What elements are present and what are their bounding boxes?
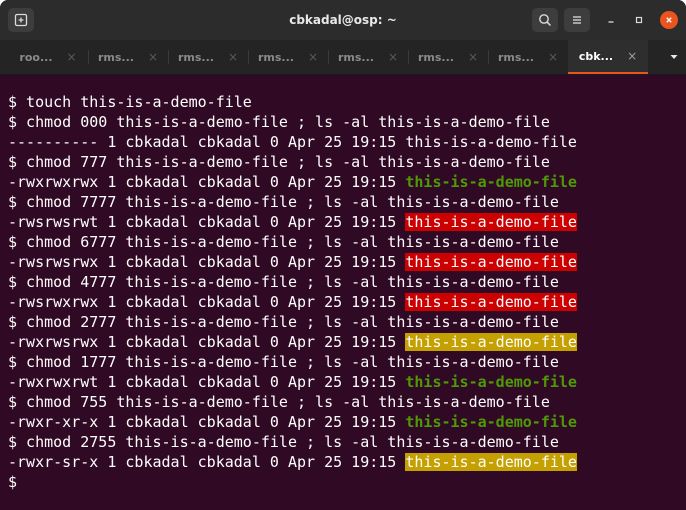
terminal-line: $ touch this-is-a-demo-file xyxy=(8,92,686,112)
tab-label: rms... xyxy=(97,50,134,64)
terminal-line: -rwxrwxrwt 1 cbkadal cbkadal 0 Apr 25 19… xyxy=(8,372,686,392)
tab-5[interactable]: rms... × xyxy=(328,40,408,74)
terminal-text: $ chmod 4777 this-is-a-demo-file ; ls -a… xyxy=(8,273,559,291)
tab-close-icon[interactable]: × xyxy=(627,49,637,63)
terminal-text: $ chmod 1777 this-is-a-demo-file ; ls -a… xyxy=(8,353,559,371)
terminal-text: $ chmod 7777 this-is-a-demo-file ; ls -a… xyxy=(8,193,559,211)
tab-close-icon[interactable]: × xyxy=(67,50,77,64)
tab-4[interactable]: rms... × xyxy=(248,40,328,74)
close-icon xyxy=(666,17,672,23)
tab-close-icon[interactable]: × xyxy=(308,50,318,64)
tab-separator xyxy=(408,50,409,64)
terminal-text: $ chmod 777 this-is-a-demo-file ; ls -al… xyxy=(8,153,550,171)
tab-close-icon[interactable]: × xyxy=(148,50,158,64)
chevron-down-icon xyxy=(670,55,678,59)
minimize-button[interactable] xyxy=(602,11,620,29)
terminal-line: ---------- 1 cbkadal cbkadal 0 Apr 25 19… xyxy=(8,132,686,152)
maximize-button[interactable] xyxy=(630,11,648,29)
terminal-text: -rwsrwsrwx 1 cbkadal cbkadal 0 Apr 25 19… xyxy=(8,253,406,271)
terminal-text: $ touch this-is-a-demo-file xyxy=(8,93,252,111)
terminal-line: $ chmod 777 this-is-a-demo-file ; ls -al… xyxy=(8,152,686,172)
setuid-filename: this-is-a-demo-file xyxy=(405,293,577,311)
setgid-filename: this-is-a-demo-file xyxy=(405,453,577,471)
terminal-line: -rwxr-sr-x 1 cbkadal cbkadal 0 Apr 25 19… xyxy=(8,452,686,472)
setgid-filename: this-is-a-demo-file xyxy=(405,333,577,351)
terminal-text: ---------- 1 cbkadal cbkadal 0 Apr 25 19… xyxy=(8,133,577,151)
terminal-line: $ chmod 7777 this-is-a-demo-file ; ls -a… xyxy=(8,192,686,212)
tab-1[interactable]: roo... × xyxy=(8,40,88,74)
tab-separator xyxy=(88,50,89,64)
maximize-icon xyxy=(635,16,643,24)
search-icon xyxy=(539,14,552,27)
tab-7[interactable]: rms... × xyxy=(488,40,568,74)
terminal-line: -rwsrwsrwt 1 cbkadal cbkadal 0 Apr 25 19… xyxy=(8,212,686,232)
setuid-filename: this-is-a-demo-file xyxy=(405,213,577,231)
terminal-text: $ chmod 6777 this-is-a-demo-file ; ls -a… xyxy=(8,233,559,251)
tab-separator xyxy=(488,50,489,64)
terminal-line: -rwxr-xr-x 1 cbkadal cbkadal 0 Apr 25 19… xyxy=(8,412,686,432)
title-bar[interactable]: cbkadal@osp: ~ xyxy=(0,0,686,40)
hamburger-menu-icon xyxy=(573,16,581,24)
terminal-text: -rwxr-xr-x 1 cbkadal cbkadal 0 Apr 25 19… xyxy=(8,413,406,431)
tab-label: rms... xyxy=(337,50,374,64)
terminal-text: -rwxr-sr-x 1 cbkadal cbkadal 0 Apr 25 19… xyxy=(8,453,406,471)
terminal-line: $ xyxy=(8,472,686,492)
close-button[interactable] xyxy=(660,11,678,29)
tab-close-icon[interactable]: × xyxy=(468,50,478,64)
terminal-text: $ chmod 2777 this-is-a-demo-file ; ls -a… xyxy=(8,313,559,331)
terminal-line: $ chmod 1777 this-is-a-demo-file ; ls -a… xyxy=(8,352,686,372)
tab-3[interactable]: rms... × xyxy=(168,40,248,74)
tab-separator xyxy=(168,50,169,64)
tab-close-icon[interactable]: × xyxy=(228,50,238,64)
tab-list-button[interactable] xyxy=(662,40,686,74)
terminal-line: $ chmod 4777 this-is-a-demo-file ; ls -a… xyxy=(8,272,686,292)
terminal-text: $ chmod 2755 this-is-a-demo-file ; ls -a… xyxy=(8,433,559,451)
menu-button[interactable] xyxy=(564,8,590,32)
terminal-line: -rwsrwxrwx 1 cbkadal cbkadal 0 Apr 25 19… xyxy=(8,292,686,312)
terminal-line: $ chmod 000 this-is-a-demo-file ; ls -al… xyxy=(8,112,686,132)
tab-separator xyxy=(328,50,329,64)
tab-close-icon[interactable]: × xyxy=(548,50,558,64)
terminal-text: -rwxrwxrwx 1 cbkadal cbkadal 0 Apr 25 19… xyxy=(8,173,406,191)
terminal-output[interactable]: $ touch this-is-a-demo-file $ chmod 000 t… xyxy=(0,75,686,510)
tab-label: rms... xyxy=(177,50,214,64)
terminal-line: -rwxrwsrwx 1 cbkadal cbkadal 0 Apr 25 19… xyxy=(8,332,686,352)
search-button[interactable] xyxy=(532,8,558,32)
tab-label: rms... xyxy=(497,50,534,64)
terminal-text: -rwxrwxrwt 1 cbkadal cbkadal 0 Apr 25 19… xyxy=(8,373,406,391)
minimize-icon xyxy=(608,21,614,23)
tab-separator xyxy=(248,50,249,64)
tab-label: cbk... xyxy=(578,49,614,63)
terminal-text: $ chmod 755 this-is-a-demo-file ; ls -al… xyxy=(8,393,550,411)
tab-label: rms... xyxy=(257,50,294,64)
terminal-text: -rwsrwsrwt 1 cbkadal cbkadal 0 Apr 25 19… xyxy=(8,213,406,231)
executable-filename: this-is-a-demo-file xyxy=(405,413,577,431)
terminal-text: -rwsrwxrwx 1 cbkadal cbkadal 0 Apr 25 19… xyxy=(8,293,406,311)
terminal-line: $ chmod 755 this-is-a-demo-file ; ls -al… xyxy=(8,392,686,412)
terminal-line: $ chmod 2777 this-is-a-demo-file ; ls -a… xyxy=(8,312,686,332)
tab-label: rms... xyxy=(417,50,454,64)
tab-label: roo... xyxy=(19,50,53,64)
terminal-text: $ xyxy=(8,473,18,491)
terminal-text: -rwxrwsrwx 1 cbkadal cbkadal 0 Apr 25 19… xyxy=(8,333,406,351)
terminal-text: $ chmod 000 this-is-a-demo-file ; ls -al… xyxy=(8,113,550,131)
executable-filename: this-is-a-demo-file xyxy=(405,173,577,191)
tab-8[interactable]: cbk... × xyxy=(568,40,648,74)
executable-filename: this-is-a-demo-file xyxy=(405,373,577,391)
tab-6[interactable]: rms... × xyxy=(408,40,488,74)
setuid-filename: this-is-a-demo-file xyxy=(405,253,577,271)
tab-2[interactable]: rms... × xyxy=(88,40,168,74)
terminal-line: -rwsrwsrwx 1 cbkadal cbkadal 0 Apr 25 19… xyxy=(8,252,686,272)
terminal-window: cbkadal@osp: ~ roo... × rms... × rms... … xyxy=(0,0,686,510)
tab-close-icon[interactable]: × xyxy=(388,50,398,64)
tab-bar: roo... × rms... × rms... × rms... × rms... × rms..… xyxy=(0,40,686,75)
terminal-line: -rwxrwxrwx 1 cbkadal cbkadal 0 Apr 25 19… xyxy=(8,172,686,192)
terminal-line: $ chmod 6777 this-is-a-demo-file ; ls -a… xyxy=(8,232,686,252)
terminal-line: $ chmod 2755 this-is-a-demo-file ; ls -a… xyxy=(8,432,686,452)
